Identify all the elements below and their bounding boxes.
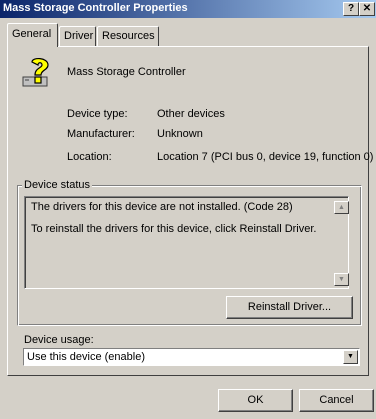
help-button[interactable]: ?: [343, 2, 359, 16]
window-title: Mass Storage Controller Properties: [3, 2, 188, 14]
device-status-textbox[interactable]: The drivers for this device are not inst…: [24, 196, 349, 289]
device-type-label: Device type:: [67, 108, 128, 120]
manufacturer-value: Unknown: [157, 128, 203, 140]
location-label: Location:: [67, 151, 112, 163]
ok-button[interactable]: OK: [218, 389, 293, 412]
manufacturer-label: Manufacturer:: [67, 128, 135, 140]
status-instruction: To reinstall the drivers for this device…: [31, 223, 317, 235]
tab-general-label: General: [12, 28, 52, 40]
device-usage-value: Use this device (enable): [27, 351, 146, 363]
device-type-value: Other devices: [157, 108, 225, 120]
title-bar[interactable]: Mass Storage Controller Properties ? ✕: [0, 0, 376, 18]
device-usage-label: Device usage:: [24, 334, 94, 346]
scroll-down-arrow-icon[interactable]: ▼: [334, 273, 349, 286]
device-usage-select[interactable]: Use this device (enable) ▼: [23, 348, 360, 366]
scroll-up-arrow-icon[interactable]: ▲: [334, 201, 349, 214]
tab-general[interactable]: General: [7, 23, 58, 47]
cancel-button[interactable]: Cancel: [299, 389, 374, 412]
chevron-down-icon[interactable]: ▼: [343, 350, 358, 364]
device-status-title: Device status: [22, 179, 93, 191]
location-value: Location 7 (PCI bus 0, device 19, functi…: [157, 151, 374, 163]
tab-resources-label: Resources: [102, 30, 155, 42]
status-message: The drivers for this device are not inst…: [31, 201, 293, 213]
device-name: Mass Storage Controller: [67, 66, 186, 78]
reinstall-driver-button[interactable]: Reinstall Driver...: [226, 296, 353, 319]
tab-driver-label: Driver: [64, 30, 94, 42]
tab-driver[interactable]: Driver: [59, 26, 96, 46]
close-button[interactable]: ✕: [359, 2, 375, 16]
unknown-device-question-icon: [22, 58, 49, 87]
tab-resources[interactable]: Resources: [97, 26, 159, 46]
